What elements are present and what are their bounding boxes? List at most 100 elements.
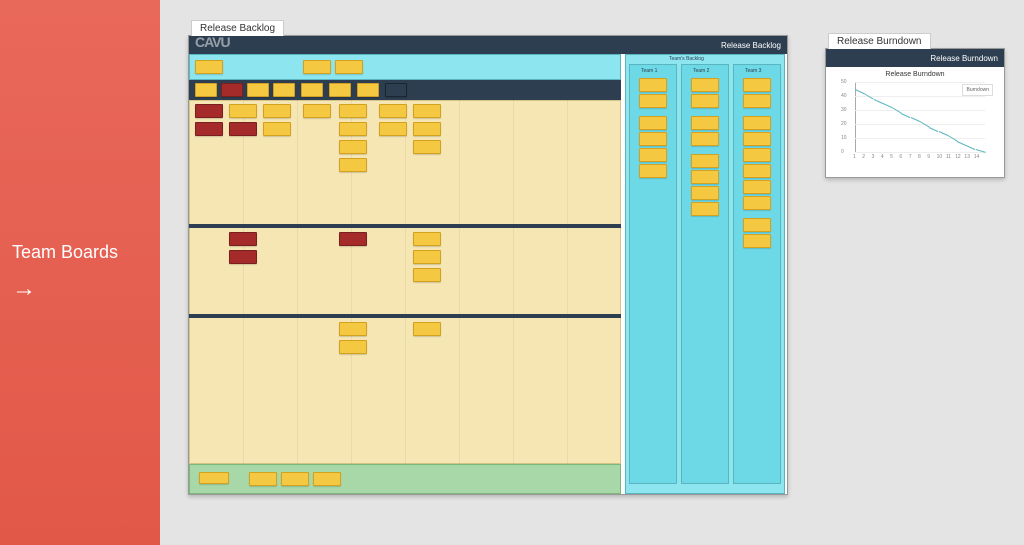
epic-card[interactable]: [195, 60, 223, 74]
team-card[interactable]: [691, 132, 719, 146]
pbi-card[interactable]: [263, 122, 291, 136]
arrow-right-icon[interactable]: →: [12, 275, 148, 303]
team-card[interactable]: [743, 234, 771, 248]
swim-divider: [189, 314, 621, 318]
pbi-card[interactable]: [339, 104, 367, 118]
feature-card[interactable]: [385, 83, 407, 97]
team-card[interactable]: [743, 148, 771, 162]
sidebar[interactable]: Team Boards →: [0, 0, 160, 545]
pbi-card[interactable]: [413, 140, 441, 154]
y-tick: 50: [841, 79, 847, 85]
pbi-card[interactable]: [339, 158, 367, 172]
board-header-title: Release Backlog: [721, 41, 781, 50]
pbi-card[interactable]: [195, 122, 223, 136]
team-card[interactable]: [691, 202, 719, 216]
team-card[interactable]: [691, 78, 719, 92]
pbi-card[interactable]: [263, 104, 291, 118]
team-card[interactable]: [743, 132, 771, 146]
chart-line: [873, 99, 883, 104]
x-tick: 14: [974, 154, 980, 160]
col-divider: [243, 100, 244, 464]
x-tick: 4: [881, 154, 884, 160]
team-card[interactable]: [639, 132, 667, 146]
team-col-label: Team 1: [641, 68, 657, 74]
burndown-body: Release Burndown Burndown 01020304050123…: [826, 67, 1004, 177]
col-divider: [297, 100, 298, 464]
board-body[interactable]: Team's Backlog Team 1 Team 2 Team 3: [189, 54, 787, 494]
team-card[interactable]: [691, 186, 719, 200]
x-tick: 5: [890, 154, 893, 160]
team-card[interactable]: [743, 94, 771, 108]
epic-card[interactable]: [335, 60, 363, 74]
pbi-card[interactable]: [413, 232, 441, 246]
team-card[interactable]: [639, 116, 667, 130]
x-tick: 1: [853, 154, 856, 160]
x-tick: 3: [872, 154, 875, 160]
feature-card[interactable]: [301, 83, 323, 97]
x-tick: 9: [927, 154, 930, 160]
pbi-card[interactable]: [195, 104, 223, 118]
team-card[interactable]: [639, 148, 667, 162]
col-divider: [567, 100, 568, 464]
pbi-card[interactable]: [229, 250, 257, 264]
team-card[interactable]: [639, 164, 667, 178]
feature-card[interactable]: [357, 83, 379, 97]
pbi-card[interactable]: [413, 122, 441, 136]
pbi-card[interactable]: [229, 122, 257, 136]
team-col-label: Team 3: [745, 68, 761, 74]
pbi-card[interactable]: [339, 322, 367, 336]
pbi-card[interactable]: [229, 104, 257, 118]
team-card[interactable]: [639, 78, 667, 92]
x-tick: 6: [899, 154, 902, 160]
pbi-card[interactable]: [339, 232, 367, 246]
y-axis: [855, 82, 856, 152]
canvas[interactable]: Release Backlog CAVU Release Backlog: [170, 0, 1024, 545]
pbi-card[interactable]: [413, 104, 441, 118]
release-card[interactable]: [199, 472, 229, 484]
pbi-card[interactable]: [339, 122, 367, 136]
board-tab[interactable]: Release Burndown: [828, 33, 931, 49]
release-card[interactable]: [313, 472, 341, 486]
chart-title: Release Burndown: [826, 67, 1004, 82]
release-card[interactable]: [281, 472, 309, 486]
pbi-card[interactable]: [379, 122, 407, 136]
team-card[interactable]: [743, 196, 771, 210]
feature-card[interactable]: [195, 83, 217, 97]
team-card[interactable]: [639, 94, 667, 108]
epic-card[interactable]: [303, 60, 331, 74]
team-card[interactable]: [691, 170, 719, 184]
chart-line: [901, 113, 911, 118]
pbi-card[interactable]: [379, 104, 407, 118]
pbi-card[interactable]: [339, 140, 367, 154]
feature-card[interactable]: [273, 83, 295, 97]
gridline: [855, 110, 985, 111]
team-card[interactable]: [691, 94, 719, 108]
release-card[interactable]: [249, 472, 277, 486]
y-tick: 20: [841, 121, 847, 127]
gridline: [855, 138, 985, 139]
team-card[interactable]: [743, 180, 771, 194]
pbi-card[interactable]: [303, 104, 331, 118]
team-card[interactable]: [691, 116, 719, 130]
team-card[interactable]: [743, 116, 771, 130]
x-tick: 12: [955, 154, 961, 160]
feature-card[interactable]: [221, 83, 243, 97]
chart-line: [966, 145, 976, 150]
col-divider: [459, 100, 460, 464]
team-card[interactable]: [691, 154, 719, 168]
feature-card[interactable]: [247, 83, 269, 97]
pbi-card[interactable]: [413, 322, 441, 336]
team-card[interactable]: [743, 78, 771, 92]
pbi-card[interactable]: [413, 250, 441, 264]
board-burndown[interactable]: Release Burndown Release Burndown Releas…: [825, 48, 1005, 178]
pbi-card[interactable]: [229, 232, 257, 246]
zone-epic-header: [189, 54, 621, 80]
pbi-card[interactable]: [413, 268, 441, 282]
feature-card[interactable]: [329, 83, 351, 97]
col-divider: [351, 100, 352, 464]
pbi-card[interactable]: [339, 340, 367, 354]
x-tick: 8: [918, 154, 921, 160]
team-card[interactable]: [743, 164, 771, 178]
team-card[interactable]: [743, 218, 771, 232]
board-release-backlog[interactable]: Release Backlog CAVU Release Backlog: [188, 35, 788, 495]
